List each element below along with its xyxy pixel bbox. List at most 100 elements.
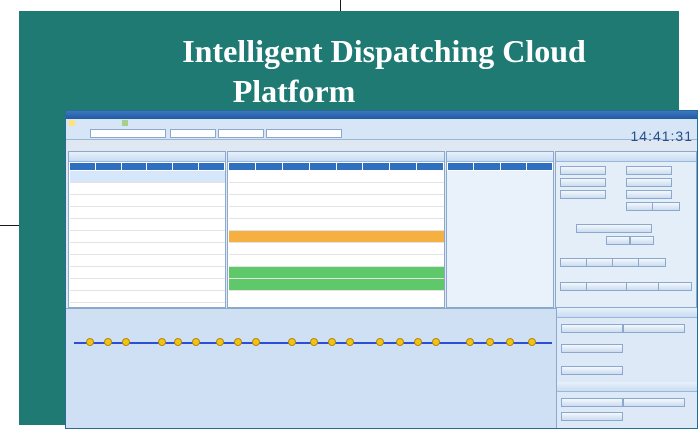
- bus-stop-marker[interactable]: [86, 338, 94, 346]
- col-header[interactable]: [146, 162, 174, 171]
- form-field[interactable]: [576, 224, 652, 233]
- table-row[interactable]: [228, 254, 444, 267]
- col-header[interactable]: [389, 162, 418, 171]
- bus-stop-marker[interactable]: [310, 338, 318, 346]
- col-header[interactable]: [308, 162, 337, 171]
- form-field[interactable]: [626, 190, 672, 199]
- col-header[interactable]: [120, 162, 148, 171]
- col-header[interactable]: [254, 162, 283, 171]
- bus-stop-marker[interactable]: [432, 338, 440, 346]
- table-row[interactable]: [228, 218, 444, 231]
- col-header[interactable]: [525, 162, 553, 171]
- bus-stop-marker[interactable]: [288, 338, 296, 346]
- right-table-header-row: [447, 162, 553, 171]
- form-button[interactable]: [626, 282, 660, 291]
- app-titlebar: [66, 111, 697, 119]
- table-cell: [69, 206, 96, 219]
- form-button[interactable]: [652, 202, 680, 211]
- tab-dispatch[interactable]: [69, 120, 75, 126]
- info-field[interactable]: [561, 398, 623, 407]
- form-button[interactable]: [638, 258, 666, 267]
- form-field[interactable]: [626, 178, 672, 187]
- col-header[interactable]: [473, 162, 501, 171]
- line-select[interactable]: [90, 129, 166, 138]
- table-row[interactable]: [69, 254, 225, 267]
- bus-stop-marker[interactable]: [234, 338, 242, 346]
- table-row[interactable]: [69, 182, 225, 195]
- bus-stop-marker[interactable]: [486, 338, 494, 346]
- bus-stop-marker[interactable]: [158, 338, 166, 346]
- col-header[interactable]: [198, 162, 225, 171]
- col-header[interactable]: [447, 162, 475, 171]
- form-field[interactable]: [626, 166, 672, 175]
- bus-stop-marker[interactable]: [122, 338, 130, 346]
- table-row[interactable]: [69, 266, 225, 279]
- table-row[interactable]: [69, 170, 225, 183]
- table-row[interactable]: [69, 242, 225, 255]
- table-row[interactable]: [69, 290, 225, 303]
- bus-stop-marker[interactable]: [506, 338, 514, 346]
- form-button[interactable]: [560, 282, 588, 291]
- frame-line-left-horizontal: [0, 225, 19, 226]
- info-field[interactable]: [561, 324, 623, 333]
- col-header[interactable]: [228, 162, 256, 171]
- info-field[interactable]: [561, 366, 623, 375]
- bus-stop-marker[interactable]: [192, 338, 200, 346]
- filter-field-2[interactable]: [170, 129, 216, 138]
- form-button[interactable]: [612, 258, 640, 267]
- bus-stop-marker[interactable]: [252, 338, 260, 346]
- table-cell: [198, 218, 225, 231]
- form-field[interactable]: [560, 178, 606, 187]
- info-field[interactable]: [561, 412, 623, 421]
- table-row-dispatched[interactable]: [228, 278, 444, 291]
- bus-stop-marker[interactable]: [328, 338, 336, 346]
- table-row[interactable]: [69, 218, 225, 231]
- col-header[interactable]: [416, 162, 444, 171]
- filter-field-3[interactable]: [218, 129, 264, 138]
- form-button[interactable]: [560, 258, 588, 267]
- form-button[interactable]: [586, 258, 614, 267]
- table-cell: [146, 182, 173, 195]
- table-row[interactable]: [69, 194, 225, 207]
- col-header[interactable]: [362, 162, 391, 171]
- bus-stop-marker[interactable]: [174, 338, 182, 346]
- filter-field-4[interactable]: [266, 129, 342, 138]
- tab-monitor[interactable]: [122, 120, 128, 126]
- bus-stop-marker[interactable]: [376, 338, 384, 346]
- info-field[interactable]: [561, 344, 623, 353]
- form-field[interactable]: [560, 166, 606, 175]
- col-header[interactable]: [335, 162, 364, 171]
- bus-stop-marker[interactable]: [414, 338, 422, 346]
- table-row[interactable]: [228, 182, 444, 195]
- table-row[interactable]: [69, 278, 225, 291]
- info-field[interactable]: [623, 398, 685, 407]
- table-row-highlighted[interactable]: [228, 230, 444, 243]
- form-button[interactable]: [626, 202, 654, 211]
- table-row[interactable]: [228, 206, 444, 219]
- form-panel-header: [556, 152, 696, 162]
- col-header[interactable]: [94, 162, 122, 171]
- form-button[interactable]: [606, 236, 630, 245]
- col-header[interactable]: [172, 162, 200, 171]
- col-header[interactable]: [281, 162, 310, 171]
- table-row-dispatched[interactable]: [228, 266, 444, 279]
- form-button[interactable]: [658, 282, 692, 291]
- form-button[interactable]: [630, 236, 654, 245]
- route-tabstrip[interactable]: [66, 308, 559, 317]
- bus-stop-marker[interactable]: [216, 338, 224, 346]
- table-row[interactable]: [69, 230, 225, 243]
- bus-stop-marker[interactable]: [528, 338, 536, 346]
- table-row[interactable]: [69, 206, 225, 219]
- bus-stop-marker[interactable]: [396, 338, 404, 346]
- table-row[interactable]: [228, 242, 444, 255]
- form-button[interactable]: [586, 282, 628, 291]
- table-row[interactable]: [228, 170, 444, 183]
- bus-stop-marker[interactable]: [346, 338, 354, 346]
- info-field[interactable]: [623, 324, 685, 333]
- form-field[interactable]: [560, 190, 606, 199]
- bus-stop-marker[interactable]: [104, 338, 112, 346]
- bus-stop-marker[interactable]: [466, 338, 474, 346]
- col-header[interactable]: [499, 162, 527, 171]
- col-header[interactable]: [69, 162, 96, 171]
- table-row[interactable]: [228, 194, 444, 207]
